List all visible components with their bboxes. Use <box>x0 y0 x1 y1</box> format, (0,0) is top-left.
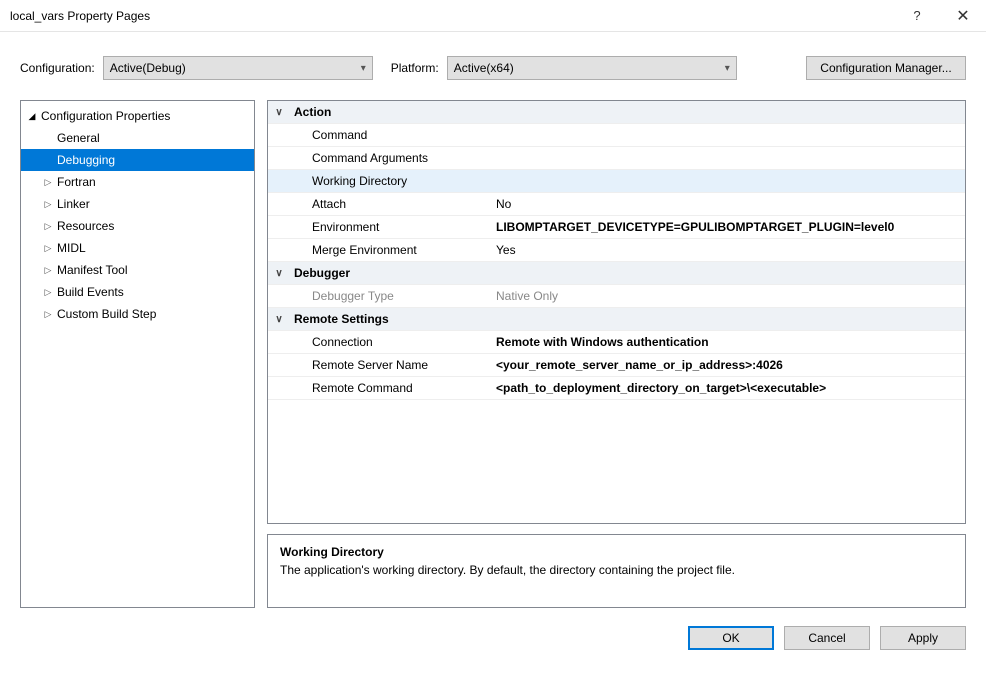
triangle-right-icon: ▷ <box>41 265 55 276</box>
chevron-down-icon: ▾ <box>361 63 366 74</box>
grid-row[interactable]: Remote Server Name<your_remote_server_na… <box>268 354 965 377</box>
grid-row[interactable]: Working Directory <box>268 170 965 193</box>
grid-key: Debugger Type <box>290 289 490 303</box>
grid-value[interactable]: <your_remote_server_name_or_ip_address>:… <box>490 358 965 372</box>
property-grid[interactable]: Action Command Command Arguments Working Di… <box>267 100 966 524</box>
grid-category-title: Debugger <box>290 266 490 280</box>
description-title: Working Directory <box>280 545 953 559</box>
triangle-right-icon: ▷ <box>41 309 55 320</box>
grid-row[interactable]: Command Arguments <box>268 147 965 170</box>
configuration-label: Configuration: <box>20 61 95 75</box>
tree-root[interactable]: ◢ Configuration Properties <box>21 105 254 127</box>
grid-key: Working Directory <box>290 174 490 188</box>
tree-item-custom-build-step[interactable]: ▷ Custom Build Step <box>21 303 254 325</box>
grid-value[interactable]: LIBOMPTARGET_DEVICETYPE=GPULIBOMPTARGET_… <box>490 220 965 234</box>
grid-value[interactable]: Yes <box>490 243 965 257</box>
dialog-footer: OK Cancel Apply <box>0 616 986 664</box>
tree-item-fortran[interactable]: ▷ Fortran <box>21 171 254 193</box>
tree-item-midl[interactable]: ▷ MIDL <box>21 237 254 259</box>
grid-key: Connection <box>290 335 490 349</box>
triangle-right-icon: ▷ <box>41 243 55 254</box>
help-button[interactable]: ? <box>894 0 940 31</box>
collapse-icon[interactable] <box>268 107 290 118</box>
collapse-icon[interactable] <box>268 268 290 279</box>
grid-key: Merge Environment <box>290 243 490 257</box>
triangle-right-icon: ▷ <box>41 221 55 232</box>
triangle-right-icon: ▷ <box>41 287 55 298</box>
grid-value[interactable]: Remote with Windows authentication <box>490 335 965 349</box>
grid-key: Attach <box>290 197 490 211</box>
tree-item-debugging[interactable]: ▷ Debugging <box>21 149 254 171</box>
collapse-icon[interactable] <box>268 314 290 325</box>
grid-row[interactable]: Command <box>268 124 965 147</box>
grid-row[interactable]: Debugger TypeNative Only <box>268 285 965 308</box>
tree-item-general[interactable]: ▷ General <box>21 127 254 149</box>
configuration-select[interactable]: Active(Debug) ▾ <box>103 56 373 80</box>
cancel-button[interactable]: Cancel <box>784 626 870 650</box>
window-title: local_vars Property Pages <box>10 9 894 23</box>
grid-value[interactable]: No <box>490 197 965 211</box>
ok-button[interactable]: OK <box>688 626 774 650</box>
grid-key: Environment <box>290 220 490 234</box>
grid-category-title: Remote Settings <box>290 312 490 326</box>
tree-item-build-events[interactable]: ▷ Build Events <box>21 281 254 303</box>
grid-category[interactable]: Action <box>268 101 965 124</box>
close-button[interactable]: ✕ <box>940 0 986 31</box>
grid-value[interactable]: <path_to_deployment_directory_on_target>… <box>490 381 965 395</box>
triangle-right-icon: ▷ <box>41 199 55 210</box>
grid-key: Remote Server Name <box>290 358 490 372</box>
platform-value: Active(x64) <box>454 61 514 75</box>
config-toolbar: Configuration: Active(Debug) ▾ Platform:… <box>0 32 986 100</box>
platform-select[interactable]: Active(x64) ▾ <box>447 56 737 80</box>
platform-label: Platform: <box>391 61 439 75</box>
grid-category[interactable]: Remote Settings <box>268 308 965 331</box>
grid-key: Remote Command <box>290 381 490 395</box>
titlebar: local_vars Property Pages ? ✕ <box>0 0 986 32</box>
tree-view[interactable]: ◢ Configuration Properties ▷ General ▷ D… <box>20 100 255 608</box>
grid-key: Command <box>290 128 490 142</box>
grid-row[interactable]: AttachNo <box>268 193 965 216</box>
triangle-down-icon: ◢ <box>25 111 39 122</box>
description-pane: Working Directory The application's work… <box>267 534 966 608</box>
chevron-down-icon: ▾ <box>725 63 730 74</box>
grid-row[interactable]: EnvironmentLIBOMPTARGET_DEVICETYPE=GPULI… <box>268 216 965 239</box>
configuration-value: Active(Debug) <box>110 61 186 75</box>
tree-item-resources[interactable]: ▷ Resources <box>21 215 254 237</box>
apply-button[interactable]: Apply <box>880 626 966 650</box>
configuration-manager-button[interactable]: Configuration Manager... <box>806 56 966 80</box>
tree-item-manifest-tool[interactable]: ▷ Manifest Tool <box>21 259 254 281</box>
triangle-right-icon: ▷ <box>41 177 55 188</box>
description-body: The application's working directory. By … <box>280 563 953 577</box>
grid-row[interactable]: Merge EnvironmentYes <box>268 239 965 262</box>
tree-item-linker[interactable]: ▷ Linker <box>21 193 254 215</box>
grid-row[interactable]: Remote Command<path_to_deployment_direct… <box>268 377 965 400</box>
titlebar-controls: ? ✕ <box>894 0 986 31</box>
grid-category[interactable]: Debugger <box>268 262 965 285</box>
grid-value[interactable]: Native Only <box>490 289 965 303</box>
grid-key: Command Arguments <box>290 151 490 165</box>
grid-row[interactable]: ConnectionRemote with Windows authentica… <box>268 331 965 354</box>
grid-category-title: Action <box>290 105 490 119</box>
